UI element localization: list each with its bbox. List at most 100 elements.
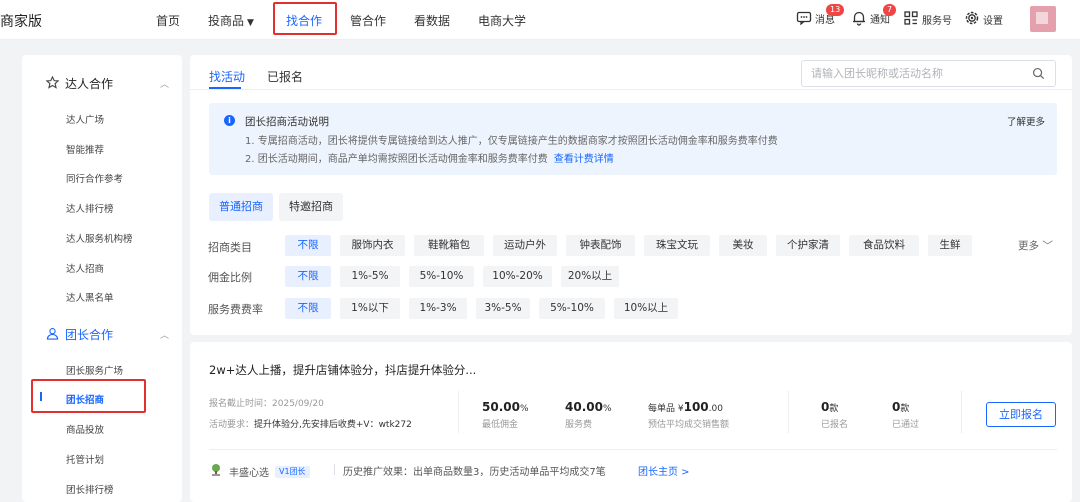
notify-badge: 7 <box>883 4 897 16</box>
sidebar-item-product-placement[interactable]: 商品投放 <box>66 422 104 436</box>
highlight-box <box>31 379 146 413</box>
sidebar: 达人合作 ︿ 达人广场 智能推荐 同行合作参考 达人排行榜 达人服务机构榜 达人… <box>22 55 182 502</box>
search-icon[interactable] <box>1032 67 1045 80</box>
notice-banner: i 团长招商活动说明 了解更多 1. 专属招商活动，团长将提供专属链接给到达人推… <box>209 103 1057 175</box>
avatar[interactable] <box>1030 6 1056 32</box>
top-navbar: 商家版 首页 投商品 ▼ 找合作 管合作 看数据 电商大学 13 消息 7 通知 … <box>0 0 1080 40</box>
deadline-row: 报名截止时间：2025/09/20 <box>209 396 324 409</box>
card-divider <box>209 449 1057 450</box>
nav-products[interactable]: 投商品 ▼ <box>208 12 254 29</box>
sidebar-item-leader-square[interactable]: 团长服务广场 <box>66 363 123 377</box>
nav-university[interactable]: 电商大学 <box>478 12 526 29</box>
divider <box>458 391 459 433</box>
sidebar-item-talent-square[interactable]: 达人广场 <box>66 112 104 126</box>
grid-icon <box>903 10 919 29</box>
sidebar-item-managed-plan[interactable]: 托管计划 <box>66 452 104 466</box>
divider <box>961 391 962 433</box>
sales-prefix: 每单品 ¥ <box>648 404 684 414</box>
segment-invited-recruit[interactable]: 特邀招商 <box>279 193 343 221</box>
leader-avatar-icon <box>209 463 223 480</box>
sidebar-item-talent-recruit[interactable]: 达人招商 <box>66 261 104 275</box>
messages-button[interactable]: 13 消息 <box>796 4 845 26</box>
search-input[interactable] <box>811 61 1026 86</box>
notice-line-2-text: 2. 团长活动期间，商品产单均需按照团长活动佣金率和服务费率付费 <box>245 154 548 165</box>
divider <box>334 464 335 475</box>
sidebar-group-talent[interactable]: 达人合作 <box>45 75 114 92</box>
sidebar-item-peer-reference[interactable]: 同行合作参考 <box>66 171 123 185</box>
service-fee-unit: % <box>602 404 612 414</box>
notice-line-2: 2. 团长活动期间，商品产单均需按照团长活动佣金率和服务费率付费 查看计费详情 <box>245 150 614 165</box>
filter-chip[interactable]: 不限 <box>285 266 331 287</box>
sidebar-item-leader-ranking[interactable]: 团长排行榜 <box>66 482 114 496</box>
gear-icon <box>964 10 980 29</box>
leader-info: 丰盛心选 V1团长 <box>209 463 310 480</box>
caret-down-icon: ▼ <box>247 18 254 28</box>
filter-label-commission: 佣金比例 <box>208 271 252 284</box>
tab-signed-up[interactable]: 已报名 <box>267 68 303 85</box>
more-categories-button[interactable]: 更多 ﹀ <box>1018 238 1053 253</box>
filter-chip[interactable]: 3%-5% <box>476 298 530 319</box>
leader-name[interactable]: 丰盛心选 <box>229 464 269 479</box>
activity-title[interactable]: 2w+达人上播，提升店铺体验分，抖店提升体验分... <box>209 362 476 378</box>
billing-details-link[interactable]: 查看计费详情 <box>554 154 614 165</box>
sidebar-item-talent-blacklist[interactable]: 达人黑名单 <box>66 290 114 304</box>
tabs-divider <box>190 89 1072 90</box>
filter-chip[interactable]: 1%以下 <box>340 298 400 319</box>
active-indicator <box>40 392 42 401</box>
sidebar-group-talent-label: 达人合作 <box>65 77 114 91</box>
service-account-label: 服务号 <box>922 16 952 27</box>
settings-label: 设置 <box>983 16 1003 27</box>
requirement-row: 活动要求：提升体验分,先安排后收费+V：wtk272 <box>209 417 412 430</box>
filter-chip[interactable]: 珠宝文玩 <box>644 235 710 256</box>
divider <box>788 391 789 433</box>
sidebar-item-agency-ranking[interactable]: 达人服务机构榜 <box>66 231 133 245</box>
filter-label-category: 招商类目 <box>208 241 252 254</box>
commission-label: 最低佣金 <box>482 420 519 430</box>
tab-find-activity[interactable]: 找活动 <box>209 68 245 85</box>
filter-chip[interactable]: 个护家清 <box>776 235 840 256</box>
filter-chip[interactable]: 服饰内衣 <box>340 235 405 256</box>
filter-chip[interactable]: 生鲜 <box>928 235 972 256</box>
requirement-value: 提升体验分,先安排后收费+V：wtk272 <box>254 420 412 430</box>
notice-line-1: 1. 专属招商活动，团长将提供专属链接给到达人推广，仅专属链接产生的数据商家才按… <box>245 136 778 147</box>
nav-manage-cooperation[interactable]: 管合作 <box>350 12 386 29</box>
info-icon: i <box>224 115 235 126</box>
leader-home-link[interactable]: 团长主页 > <box>638 463 690 478</box>
leader-level-badge: V1团长 <box>275 465 310 478</box>
sidebar-item-talent-ranking[interactable]: 达人排行榜 <box>66 201 114 215</box>
filter-chip[interactable]: 不限 <box>285 298 331 319</box>
filter-chip[interactable]: 10%以上 <box>614 298 678 319</box>
filter-chip[interactable]: 5%-10% <box>539 298 605 319</box>
sales-suffix: .00 <box>708 404 723 414</box>
segment-normal-recruit[interactable]: 普通招商 <box>209 193 273 221</box>
sidebar-group-leader[interactable]: 团长合作 <box>46 326 113 343</box>
nav-data[interactable]: 看数据 <box>414 12 450 29</box>
service-account-button[interactable]: 服务号 <box>903 10 952 29</box>
commission-unit: % <box>519 404 529 414</box>
filter-chip[interactable]: 20%以上 <box>561 266 619 287</box>
settings-button[interactable]: 设置 <box>964 10 1003 29</box>
sidebar-item-smart-recommend[interactable]: 智能推荐 <box>66 142 104 156</box>
commission-value: 50.00 <box>482 400 520 414</box>
stat-service-fee: 40.00% 服务费 <box>565 400 612 430</box>
filter-chip[interactable]: 1%-5% <box>340 266 400 287</box>
learn-more-link[interactable]: 了解更多 <box>1007 114 1045 128</box>
filter-chip[interactable]: 1%-3% <box>409 298 467 319</box>
main-panel: 找活动 已报名 i 团长招商活动说明 了解更多 1. 专属招商活动，团长将提供专… <box>190 55 1072 335</box>
sidebar-group-leader-label: 团长合作 <box>65 328 114 342</box>
filter-chip[interactable]: 10%-20% <box>483 266 552 287</box>
nav-home[interactable]: 首页 <box>156 12 180 29</box>
filter-chip[interactable]: 不限 <box>285 235 331 256</box>
filter-chip[interactable]: 食品饮料 <box>849 235 919 256</box>
sales-label: 预估平均成交销售额 <box>648 420 730 430</box>
apply-button[interactable]: 立即报名 <box>986 402 1056 427</box>
filter-chip[interactable]: 美妆 <box>719 235 767 256</box>
notify-button[interactable]: 7 通知 <box>851 4 897 26</box>
chevron-up-icon[interactable]: ︿ <box>160 77 169 90</box>
chevron-up-icon[interactable]: ︿ <box>160 328 169 341</box>
filter-chip[interactable]: 鞋靴箱包 <box>414 235 484 256</box>
filter-chip[interactable]: 运动户外 <box>493 235 557 256</box>
filter-chip[interactable]: 5%-10% <box>409 266 474 287</box>
notice-title: 团长招商活动说明 <box>245 116 329 128</box>
filter-chip[interactable]: 钟表配饰 <box>566 235 635 256</box>
